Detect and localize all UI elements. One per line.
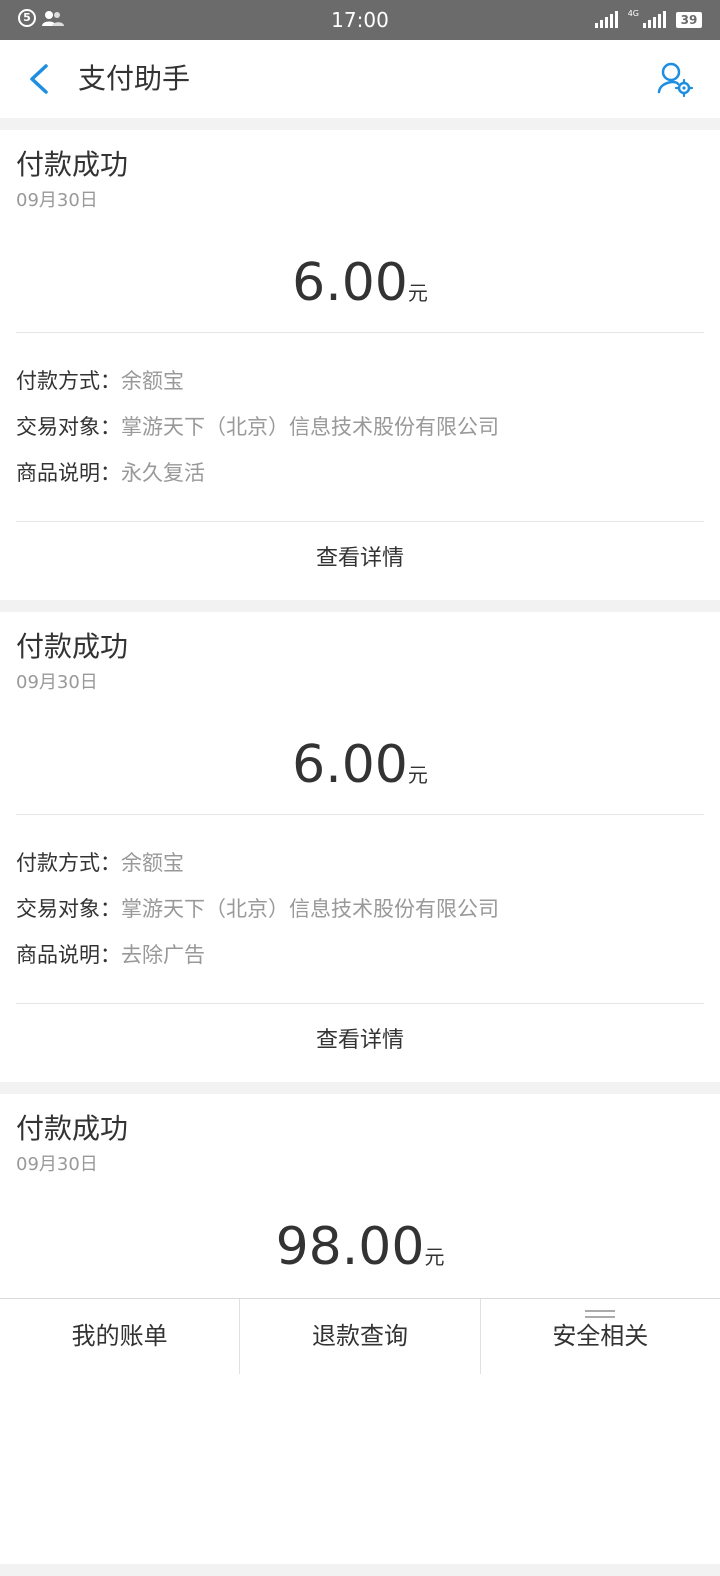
status-bar: 5 17:00 4G 39 <box>0 0 720 40</box>
payment-method-label: 付款方式： <box>16 851 121 875</box>
divider <box>16 814 704 815</box>
counterparty-value: 掌游天下（北京）信息技术股份有限公司 <box>121 415 499 439</box>
payment-method-value: 余额宝 <box>121 851 184 875</box>
payment-method-row: 付款方式：余额宝 <box>16 848 184 878</box>
payment-date: 09月30日 <box>16 1154 98 1175</box>
currency-unit: 元 <box>407 763 428 787</box>
back-arrow-icon[interactable] <box>26 64 54 94</box>
status-right: 4G 39 <box>594 9 702 28</box>
user-settings-icon[interactable] <box>656 60 694 98</box>
amount-block: 6.00元 <box>0 252 720 314</box>
payment-amount: 98.00 <box>275 1217 425 1277</box>
payment-card: 付款成功 09月30日 6.00元 付款方式：余额宝 交易对象：掌游天下（北京）… <box>0 130 720 600</box>
signal-2-icon <box>643 10 666 28</box>
tab-refund-query[interactable]: 退款查询 <box>239 1299 479 1374</box>
counterparty-value: 掌游天下（北京）信息技术股份有限公司 <box>121 897 499 921</box>
tab-security[interactable]: 安全相关 <box>479 1299 720 1374</box>
divider <box>16 1003 704 1004</box>
payment-method-row: 付款方式：余额宝 <box>16 366 184 396</box>
view-details-button[interactable]: 查看详情 <box>0 544 720 574</box>
payment-method-label: 付款方式： <box>16 369 121 393</box>
battery-level: 39 <box>676 12 702 28</box>
amount-block: 6.00元 <box>0 734 720 796</box>
counterparty-label: 交易对象： <box>16 897 121 921</box>
item-description-label: 商品说明： <box>16 461 121 485</box>
payment-status: 付款成功 <box>16 630 129 663</box>
signal-1-icon <box>594 10 618 28</box>
counterparty-row: 交易对象：掌游天下（北京）信息技术股份有限公司 <box>16 412 499 442</box>
counterparty-label: 交易对象： <box>16 415 121 439</box>
item-description-row: 商品说明：去除广告 <box>16 940 205 970</box>
view-details-button[interactable]: 查看详情 <box>0 1026 720 1056</box>
network-type-label: 4G <box>627 9 639 18</box>
payment-method-value: 余额宝 <box>121 369 184 393</box>
amount-block: 98.00元 <box>0 1216 720 1278</box>
payment-amount: 6.00 <box>292 253 408 313</box>
payment-status: 付款成功 <box>16 1112 129 1145</box>
currency-unit: 元 <box>407 281 428 305</box>
counterparty-row: 交易对象：掌游天下（北京）信息技术股份有限公司 <box>16 894 499 924</box>
divider <box>16 521 704 522</box>
payment-amount: 6.00 <box>292 735 408 795</box>
app-header: 支付助手 <box>0 40 720 118</box>
bottom-tab-bar: 我的账单 退款查询 安全相关 <box>0 1298 720 1374</box>
tab-security-label: 安全相关 <box>552 1322 649 1350</box>
divider <box>16 332 704 333</box>
payment-date: 09月30日 <box>16 672 98 693</box>
item-description-label: 商品说明： <box>16 943 121 967</box>
tab-my-bills[interactable]: 我的账单 <box>0 1299 239 1374</box>
page-title: 支付助手 <box>78 62 191 95</box>
payment-date: 09月30日 <box>16 190 98 211</box>
item-description-row: 商品说明：永久复活 <box>16 458 205 488</box>
payment-card: 付款成功 09月30日 6.00元 付款方式：余额宝 交易对象：掌游天下（北京）… <box>0 612 720 1082</box>
item-description-value: 永久复活 <box>121 461 205 485</box>
currency-unit: 元 <box>424 1245 445 1269</box>
menu-lines-icon <box>585 1310 616 1318</box>
payment-status: 付款成功 <box>16 148 129 181</box>
item-description-value: 去除广告 <box>121 943 205 967</box>
